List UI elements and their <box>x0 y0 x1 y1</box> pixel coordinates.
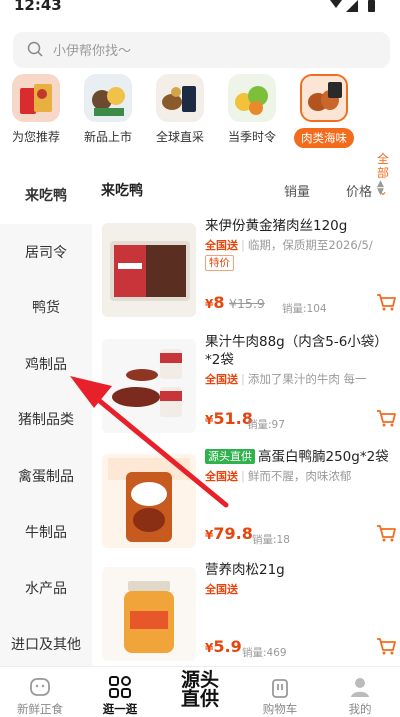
sales-count: 销量:104 <box>282 303 327 315</box>
product-price: ¥79.8 <box>205 524 253 543</box>
product-image <box>102 339 196 433</box>
sidebar-item-egg-poultry[interactable]: 禽蛋制品 <box>0 449 92 505</box>
list-title: 来吃鸭 <box>101 183 143 199</box>
product-card[interactable]: 果汁牛肉88g（内含5-6小袋）*2袋 全国送 | 添加了果汁的牛肉 每一 ¥51.… <box>92 333 400 448</box>
category-meat-seafood[interactable]: 肉类海味 <box>290 72 358 154</box>
category-sidebar: 来吃鸭 居司令 鸭货 鸡制品 猪制品类 禽蛋制品 牛制品 水产品 进口及其他 <box>0 168 92 666</box>
tab-fresh[interactable]: 新鲜正食 <box>0 667 80 716</box>
home-face-icon <box>30 678 50 696</box>
product-price: ¥8 <box>205 293 225 312</box>
product-name: 来伊份黄金猪肉丝120g <box>205 218 348 234</box>
product-name-text: 高蛋白鸭腩250g*2袋 <box>258 449 389 465</box>
product-tags: 全国送 <box>205 581 395 597</box>
tab-cart[interactable]: 购物车 <box>240 667 320 716</box>
product-list-header: 来吃鸭 销量 价格 ▲ ▼ <box>92 168 400 208</box>
sidebar-item-pork[interactable]: 猪制品类 <box>0 392 92 448</box>
product-image <box>102 223 196 317</box>
promo-badge: 特价 <box>205 255 234 271</box>
category-label: 全球直采 <box>155 130 204 144</box>
user-icon <box>351 678 369 697</box>
category-strip: 为您推荐 新品上市 全球直采 当季时令 肉类海味 全 部 ⌄ <box>0 70 400 198</box>
category-thumb-recommend <box>12 74 60 122</box>
status-bar: 12:43 <box>0 0 400 24</box>
sort-arrows-icon: ▲ ▼ <box>377 179 384 197</box>
tab-label: 购物车 <box>262 702 298 716</box>
sidebar-item-seafood[interactable]: 水产品 <box>0 561 92 617</box>
tab-label: 新鲜正食 <box>17 702 63 716</box>
product-price: ¥51.8 <box>205 409 253 428</box>
category-thumb-seasonal <box>228 74 276 122</box>
product-tags: 全国送 | 鲜而不腥，肉味浓郁 <box>205 469 352 483</box>
search-placeholder: 小伊帮你找～ <box>53 44 132 59</box>
product-desc: 鲜而不腥，肉味浓郁 <box>247 469 352 483</box>
product-desc: 临期，保质期至2026/5/ <box>247 238 373 252</box>
grid-icon <box>109 676 131 698</box>
tab-big-label-line: 直供 <box>180 688 219 710</box>
shipping-tag: 全国送 <box>205 583 238 596</box>
shipping-tag: 全国送 <box>205 470 238 483</box>
cart-bag-icon <box>272 679 288 698</box>
sort-by-sales[interactable]: 销量 <box>284 181 310 200</box>
tab-label: 逛一逛 <box>102 702 138 716</box>
tab-profile[interactable]: 我的 <box>320 667 400 716</box>
tab-browse[interactable]: 逛一逛 <box>80 667 160 716</box>
price-value: 79.8 <box>213 524 253 543</box>
category-new[interactable]: 新品上市 <box>74 72 142 154</box>
tab-label: 我的 <box>348 702 372 716</box>
shipping-tag: 全国送 <box>205 239 238 252</box>
sales-count: 销量:469 <box>242 647 287 659</box>
product-tags: 全国送 | 添加了果汁的牛肉 每一 <box>205 372 367 386</box>
category-thumb-global <box>156 74 204 122</box>
product-image <box>102 454 196 548</box>
search-icon <box>27 41 43 57</box>
product-image <box>102 567 196 661</box>
category-thumb-meat <box>300 74 348 122</box>
search-bar[interactable]: 小伊帮你找～ <box>13 32 390 68</box>
tab-big-label: 源头 直供 <box>162 671 238 709</box>
category-label: 为您推荐 <box>11 130 60 144</box>
sidebar-item-imported[interactable]: 进口及其他 <box>0 617 92 673</box>
sidebar-item-duck[interactable]: 鸭货 <box>0 280 92 336</box>
tab-source-direct[interactable]: 源头 直供 <box>160 667 240 711</box>
original-price: ¥15.9 <box>229 296 265 311</box>
sidebar-item-laichiya[interactable]: 来吃鸭 <box>0 168 92 224</box>
signal-battery-icon <box>330 0 375 12</box>
category-recommend[interactable]: 为您推荐 <box>2 72 70 154</box>
add-to-cart-icon[interactable] <box>376 293 396 311</box>
product-desc: 添加了果汁的牛肉 每一 <box>247 372 367 386</box>
product-card[interactable]: 来伊份黄金猪肉丝120g 全国送 | 临期，保质期至2026/5/ 特价 ¥8 ¥1… <box>92 217 400 332</box>
product-card[interactable]: 营养肉松21g 全国送 ¥5.9 销量:469 <box>92 561 400 676</box>
sales-count: 销量:18 <box>252 534 290 546</box>
product-name: 果汁牛肉88g（内含5-6小袋）*2袋 <box>205 334 388 368</box>
source-direct-badge: 源头直供 <box>205 449 255 464</box>
category-global[interactable]: 全球直采 <box>146 72 214 154</box>
status-time: 12:43 <box>14 0 62 14</box>
product-card[interactable]: 源头直供 高蛋白鸭腩250g*2袋 全国送 | 鲜而不腥，肉味浓郁 ¥79.8 销量:… <box>92 448 400 563</box>
product-tags: 全国送 | 临期，保质期至2026/5/ <box>205 238 373 252</box>
add-to-cart-icon[interactable] <box>376 524 396 542</box>
category-label: 当季时令 <box>227 130 276 144</box>
sales-count: 销量:97 <box>247 419 285 431</box>
bottom-tab-bar: 新鲜正食 逛一逛 源头 直供 购物车 我的 <box>0 666 400 716</box>
product-name: 源头直供 高蛋白鸭腩250g*2袋 <box>205 448 395 466</box>
sidebar-item-jusiling[interactable]: 居司令 <box>0 225 92 281</box>
category-thumb-new <box>84 74 132 122</box>
category-label-selected: 肉类海味 <box>294 128 354 148</box>
add-to-cart-icon[interactable] <box>376 637 396 655</box>
add-to-cart-icon[interactable] <box>376 409 396 427</box>
all-categories-char: 全 <box>376 152 389 166</box>
price-value: 5.9 <box>213 637 242 656</box>
price-value: 8 <box>213 293 225 312</box>
sort-by-price[interactable]: 价格 <box>346 181 372 200</box>
category-seasonal[interactable]: 当季时令 <box>218 72 286 154</box>
product-name: 营养肉松21g <box>205 562 285 578</box>
sidebar-item-beef[interactable]: 牛制品 <box>0 505 92 561</box>
sidebar-item-chicken[interactable]: 鸡制品 <box>0 337 92 393</box>
shipping-tag: 全国送 <box>205 373 238 386</box>
category-label: 新品上市 <box>83 130 132 144</box>
product-price: ¥5.9 <box>205 637 242 656</box>
